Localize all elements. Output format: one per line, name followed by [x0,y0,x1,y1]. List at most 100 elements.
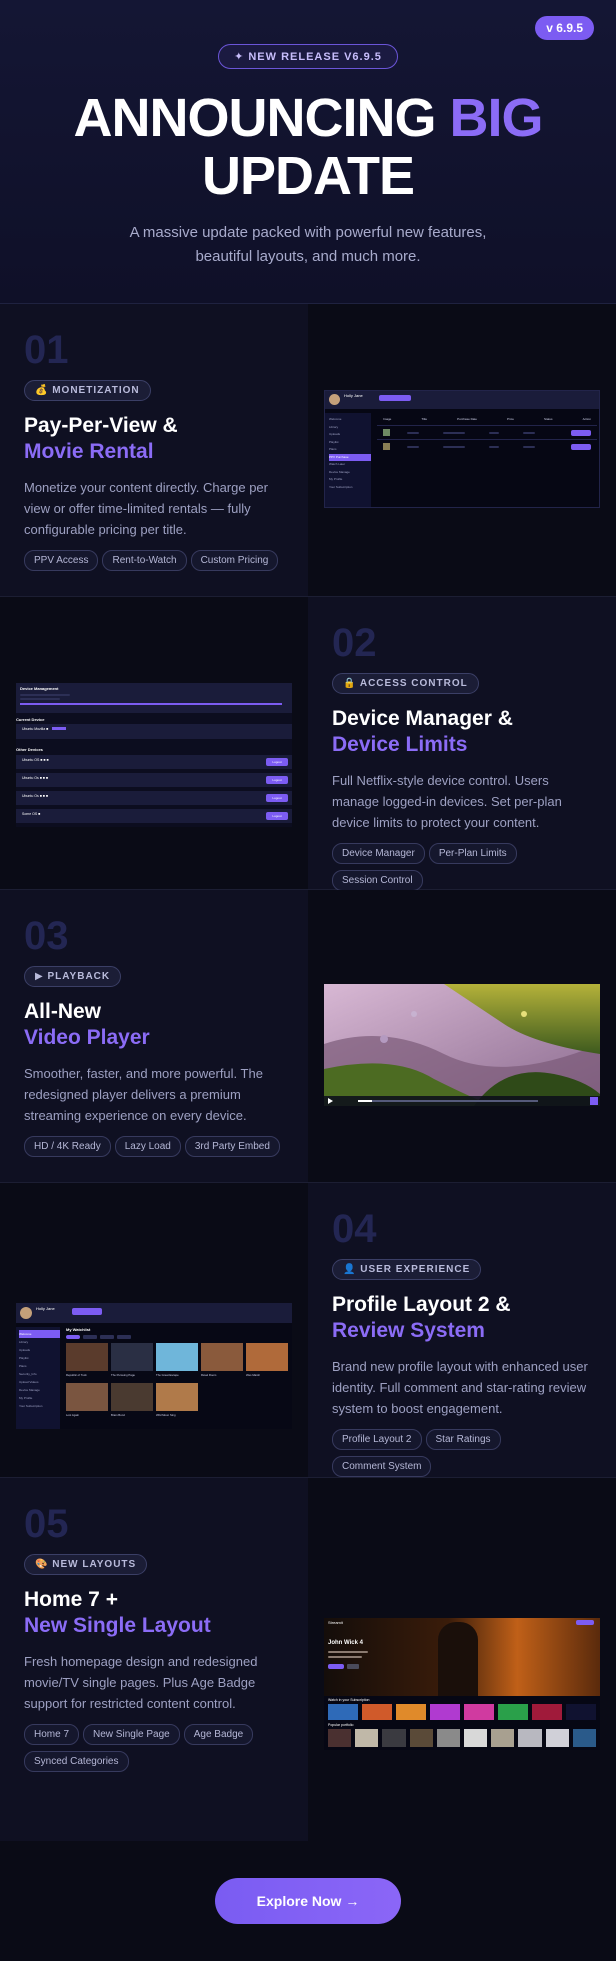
category-card [566,1704,596,1720]
poster-card [409,1729,433,1747]
feature-title-accent: New Single Layout [24,1614,211,1637]
play-now-button [328,1664,344,1669]
feature-screenshot-panel [308,890,616,1182]
device-name: Some OS ■ [22,812,41,816]
tag: Home 7 [24,1724,80,1745]
desc-line: Fresh homepage design and redesigned [24,1654,258,1669]
row-action-button [571,444,591,450]
feature-desc: Fresh homepage design and redesigned movi… [24,1651,284,1714]
profile-sidebar: Welcome Library Uploads Playlist Plans S… [16,1327,60,1429]
release-badge: ✦ NEW RELEASE V6.9.5 [218,44,398,69]
feature-screenshot-panel: Holly Jane Welcome Library Uploads Playl… [308,304,616,596]
category-card [362,1704,392,1720]
logout-button: Logout [266,794,288,802]
logout-button: Logout [266,758,288,766]
row-thumbnail [383,429,390,436]
row-date [443,432,465,434]
movie-title: Wes Marsh [246,1373,261,1377]
menu-item: Library [19,1340,29,1344]
feature-badge: 🔒 ACCESS CONTROL [332,673,479,694]
hero-title: ANNOUNCING BIG UPDATE [0,89,616,205]
tag: Comment System [332,1456,432,1477]
feature-number: 05 [24,1502,69,1546]
row-title [407,432,419,434]
menu-item: My Profile [329,477,343,481]
feature-text: 05 🎨 NEW LAYOUTS Home 7 + New Single Layo… [0,1478,308,1841]
feature-tags: Home 7 New Single Page Age Badge Synced Cat… [24,1724,284,1778]
movie-poster [156,1383,198,1411]
device-name: Ubuntu OS ■ ■ ■ [22,758,49,762]
feature-text: 01 💰 MONETIZATION Pay-Per-View & Movie Re… [0,304,308,596]
column-header: Status [543,417,553,421]
player-progress-track [358,1100,538,1102]
tag: Device Manager [332,843,425,864]
hero-title-part1: ANNOUNCING [73,88,436,148]
device-header: Device Management [16,683,292,713]
category-card [498,1704,528,1720]
desc-line: configurable pricing per title. [24,522,187,537]
profile-screenshot: Holly Jane Welcome Library Uploads Playl… [16,1303,292,1429]
current-device-row: Ubuntu Mozilla ■ [16,724,292,739]
movie-title: The Great Escape [156,1373,179,1377]
tag: Age Badge [183,1724,254,1745]
version-badge: v 6.9.5 [535,16,594,40]
menu-item: Playlist [19,1356,29,1360]
edit-profile-button [379,395,411,401]
menu-item-active: Welcome [19,1330,60,1338]
feature-title: All-New Video Player [24,999,284,1051]
avatar [329,394,340,405]
feature-badge: 💰 MONETIZATION [24,380,151,401]
device-title: Device Management [20,686,59,691]
logout-button: Logout [266,812,288,820]
feature-profile: Holly Jane Welcome Library Uploads Playl… [0,1183,616,1478]
tag: Session Control [332,870,423,891]
poster-card [491,1729,515,1747]
movie-poster [246,1343,288,1371]
explore-now-button[interactable]: Explore Now → [215,1878,401,1924]
desc-line: support for restricted content control. [24,1696,236,1711]
menu-item: Uploads [19,1348,31,1352]
poster-card [518,1729,542,1747]
desc-line: Full Netflix-style device control. Users [332,773,549,788]
login-button [576,1620,594,1625]
filter-tab [117,1335,131,1339]
feature-badge: 👤 USER EXPERIENCE [332,1259,482,1280]
feature-tags: Device Manager Per-Plan LimitsSession Con… [332,843,592,897]
hero-desc [328,1656,362,1658]
tag: Star Ratings [425,1429,501,1450]
feature-title: Profile Layout 2 & Review System [332,1292,592,1344]
row-title [407,446,419,448]
feature-title-line1: Profile Layout 2 & [332,1293,511,1316]
menu-item: Upload Videos [19,1380,39,1384]
desc-line: streaming experience on every device. [24,1108,247,1123]
feature-title-line1: Home 7 + [24,1588,118,1611]
category-card [430,1704,460,1720]
movie-labels-row2: Lost Again Brain Bond Wild Moon Sing [66,1413,206,1417]
ppv-table: Image Title Purchase Date Price Status Action [377,417,597,453]
movie-poster [66,1343,108,1371]
table-row [377,439,597,453]
profile-header: Holly Jane [16,1303,292,1323]
movie-title: Lost Again [66,1413,80,1417]
device-name: Ubuntu Mozilla ■ [22,727,49,731]
feature-tags: PPV Access Rent-to-Watch Custom Pricing [24,550,284,577]
poster-card [382,1729,406,1747]
menu-item: Your Subscription [19,1404,43,1408]
tag: New Single Page [83,1724,180,1745]
feature-title: Home 7 + New Single Layout [24,1587,284,1639]
category-card [396,1704,426,1720]
profile-name: Holly Jane [36,1306,55,1311]
feature-title-accent: Video Player [24,1026,150,1049]
logout-button: Logout [266,776,288,784]
poster-card [436,1729,461,1747]
menu-item-active: PPV Purchase [329,453,371,461]
feature-tags: HD / 4K Ready Lazy Load 3rd Party Embed [24,1136,284,1163]
desc-line: Monetize your content directly. Charge p… [24,480,268,495]
desc-line: system to boost engagement. [332,1401,503,1416]
poster-card [328,1729,352,1747]
row-date [443,446,465,448]
current-device-label: Current Device [16,717,45,722]
device-row: Ubuntu Os ■ ■ ■ Logout [16,773,292,787]
hero-subtitle-line1: A massive update packed with powerful ne… [129,224,487,241]
menu-item: Library [329,424,339,429]
